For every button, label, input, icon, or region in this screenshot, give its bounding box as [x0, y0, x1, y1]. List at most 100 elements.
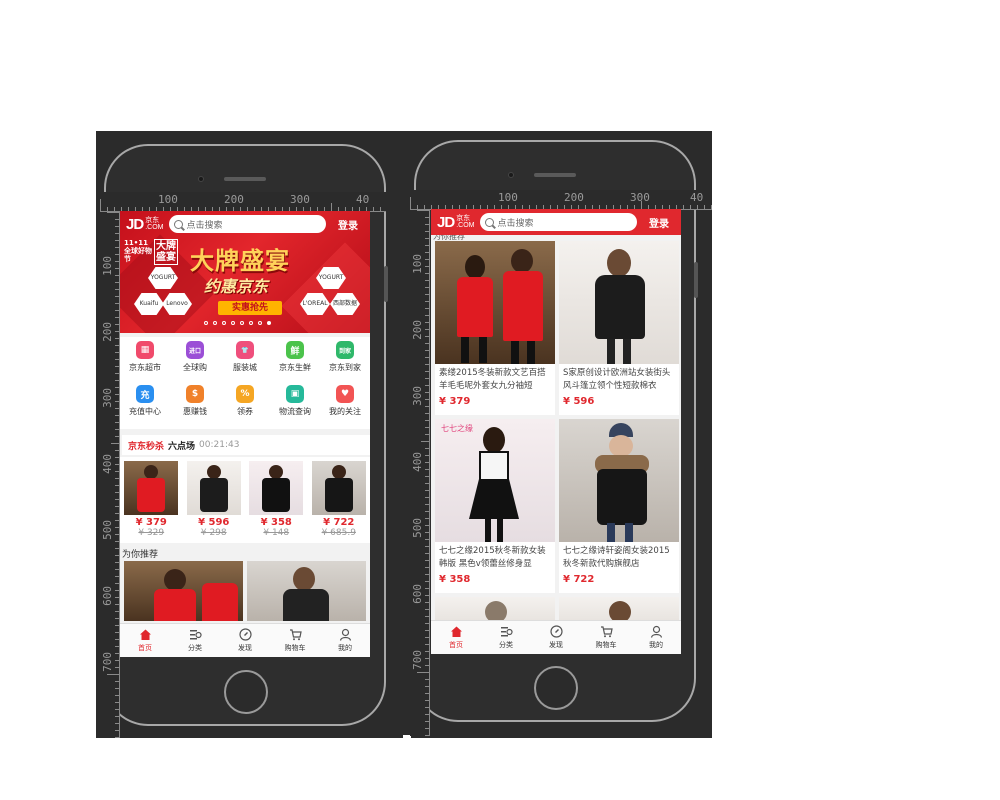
ruler-tick — [115, 646, 119, 647]
login-button[interactable]: 登录 — [649, 215, 669, 230]
ruler-tick — [425, 469, 429, 470]
tab-category[interactable]: 分类 — [170, 624, 220, 657]
ruler-tick — [115, 296, 119, 297]
shortcut-item[interactable]: 充充值中心 — [120, 385, 170, 429]
ruler-tick — [100, 199, 101, 211]
jd-logo[interactable]: JD 京东 .COM — [126, 216, 163, 233]
ruler-tick — [425, 693, 429, 694]
flash-price: ¥ 596 — [198, 517, 230, 528]
ruler-tick — [425, 217, 429, 218]
flash-old-price: ¥ 298 — [200, 528, 227, 538]
shortcut-icon: $ — [186, 385, 204, 403]
ruler-label: 300 — [290, 193, 310, 206]
tab-category[interactable]: 分类 — [481, 621, 531, 654]
ruler-vertical-right: 100 200 300 400 500 600 700 — [410, 210, 430, 736]
ruler-tick — [425, 357, 429, 358]
product-image[interactable] — [247, 561, 366, 621]
carousel-dot[interactable] — [258, 321, 262, 325]
flash-sale-item[interactable]: ¥ 358 ¥ 148 — [247, 461, 306, 543]
ruler-label: 400 — [101, 454, 114, 474]
ruler-tick — [425, 245, 429, 246]
flash-sale-item[interactable]: ¥ 596 ¥ 298 — [185, 461, 244, 543]
figure-head — [511, 249, 533, 273]
flash-sale-header[interactable]: 京东秒杀 六点场 00:21:43 — [120, 435, 370, 455]
product-image — [124, 461, 179, 515]
tab-home[interactable]: 首页 — [120, 624, 170, 657]
ruler-tick — [115, 401, 119, 402]
login-button[interactable]: 登录 — [338, 217, 358, 232]
front-camera — [198, 176, 204, 182]
figure-coat — [199, 478, 228, 512]
carousel-dot[interactable] — [204, 321, 208, 325]
figure-head — [331, 465, 346, 479]
cart-icon — [289, 628, 302, 641]
ruler-tick — [115, 548, 119, 549]
ruler-tick — [417, 205, 418, 209]
shortcut-label: 京东到家 — [329, 363, 361, 372]
flash-sale-item[interactable]: ¥ 722 ¥ 685.9 — [310, 461, 369, 543]
flash-sale-item[interactable]: ¥ 379 ¥ 329 — [122, 461, 181, 543]
ruler-tick — [115, 667, 119, 668]
search-input[interactable]: 点击搜索 — [480, 213, 637, 231]
shortcut-item[interactable]: 👕 服装城 — [220, 341, 270, 385]
carousel-dot[interactable] — [267, 321, 271, 325]
ruler-label: 500 — [101, 520, 114, 540]
figure-leg — [485, 519, 491, 542]
shortcut-item[interactable]: ▣ 物流查询 — [270, 385, 320, 429]
ruler-tick — [115, 660, 119, 661]
tab-cart[interactable]: 购物车 — [270, 624, 320, 657]
ruler-tick — [417, 672, 429, 673]
tab-profile[interactable]: 我的 — [631, 621, 681, 654]
shortcut-item[interactable]: 鲜京东生鲜 — [270, 341, 320, 385]
ruler-tick — [115, 387, 119, 388]
tab-discover[interactable]: 发现 — [531, 621, 581, 654]
product-card[interactable]: 七七之缘诗轩姿阁女装2015秋冬新款代购旗舰店 ¥ 722 — [559, 419, 679, 593]
product-card[interactable]: S家原创设计欧洲站女装街头风斗篷立领个性短款棉衣 ¥ 596 — [559, 241, 679, 415]
ruler-tick — [115, 597, 119, 598]
shortcut-item[interactable]: $ 惠赚钱 — [170, 385, 220, 429]
product-card[interactable]: 素缕2015冬装新款文艺百搭羊毛毛呢外套女九分袖短 ¥ 379 — [435, 241, 555, 415]
ruler-tick — [115, 464, 119, 465]
shortcut-item[interactable]: ♥ 我的关注 — [320, 385, 370, 429]
ruler-tick — [711, 205, 712, 209]
ruler-tick — [410, 197, 411, 209]
ruler-tick — [115, 485, 119, 486]
home-button[interactable] — [534, 666, 578, 710]
ruler-tick — [115, 450, 119, 451]
flash-old-price: ¥ 329 — [138, 528, 165, 538]
ruler-tick — [425, 371, 429, 372]
carousel-dot[interactable] — [222, 321, 226, 325]
ruler-tick — [115, 695, 119, 696]
ruler-tick — [425, 273, 429, 274]
ruler-tick — [425, 287, 429, 288]
figure-coat — [283, 589, 329, 621]
ruler-label: 600 — [101, 586, 114, 606]
search-input[interactable]: 点击搜索 — [169, 215, 326, 233]
ruler-tick — [115, 268, 119, 269]
banner-cta-button[interactable]: 实惠抢先 — [218, 301, 282, 315]
carousel-dot[interactable] — [213, 321, 217, 325]
product-card[interactable]: 七七之缘 七七之缘2015秋冬新款女装韩版 黑色v领蕾丝修身显 ¥ 358 — [435, 419, 555, 593]
shortcut-item[interactable]: ▦ 京东超市 — [120, 341, 170, 385]
home-button[interactable] — [224, 670, 268, 714]
carousel-dot[interactable] — [231, 321, 235, 325]
figure-leg — [461, 337, 469, 363]
shortcut-icon: 充 — [136, 385, 154, 403]
carousel-dot[interactable] — [249, 321, 253, 325]
figure-head — [144, 465, 159, 479]
shortcut-item[interactable]: % 领券 — [220, 385, 270, 429]
tab-cart[interactable]: 购物车 — [581, 621, 631, 654]
shortcut-item[interactable]: 进口 全球购 — [170, 341, 220, 385]
jd-logo[interactable]: JD 京东 .COM — [437, 214, 474, 231]
tab-profile[interactable]: 我的 — [320, 624, 370, 657]
carousel-dot[interactable] — [240, 321, 244, 325]
carousel-dots[interactable] — [204, 321, 271, 325]
ruler-tick — [425, 560, 429, 561]
ruler-tick — [425, 651, 429, 652]
ruler-tick — [115, 415, 119, 416]
shortcut-icon: ♥ — [336, 385, 354, 403]
shortcut-item[interactable]: 到家 京东到家 — [320, 341, 370, 385]
tab-home[interactable]: 首页 — [431, 621, 481, 654]
product-image[interactable] — [124, 561, 243, 621]
tab-discover[interactable]: 发现 — [220, 624, 270, 657]
